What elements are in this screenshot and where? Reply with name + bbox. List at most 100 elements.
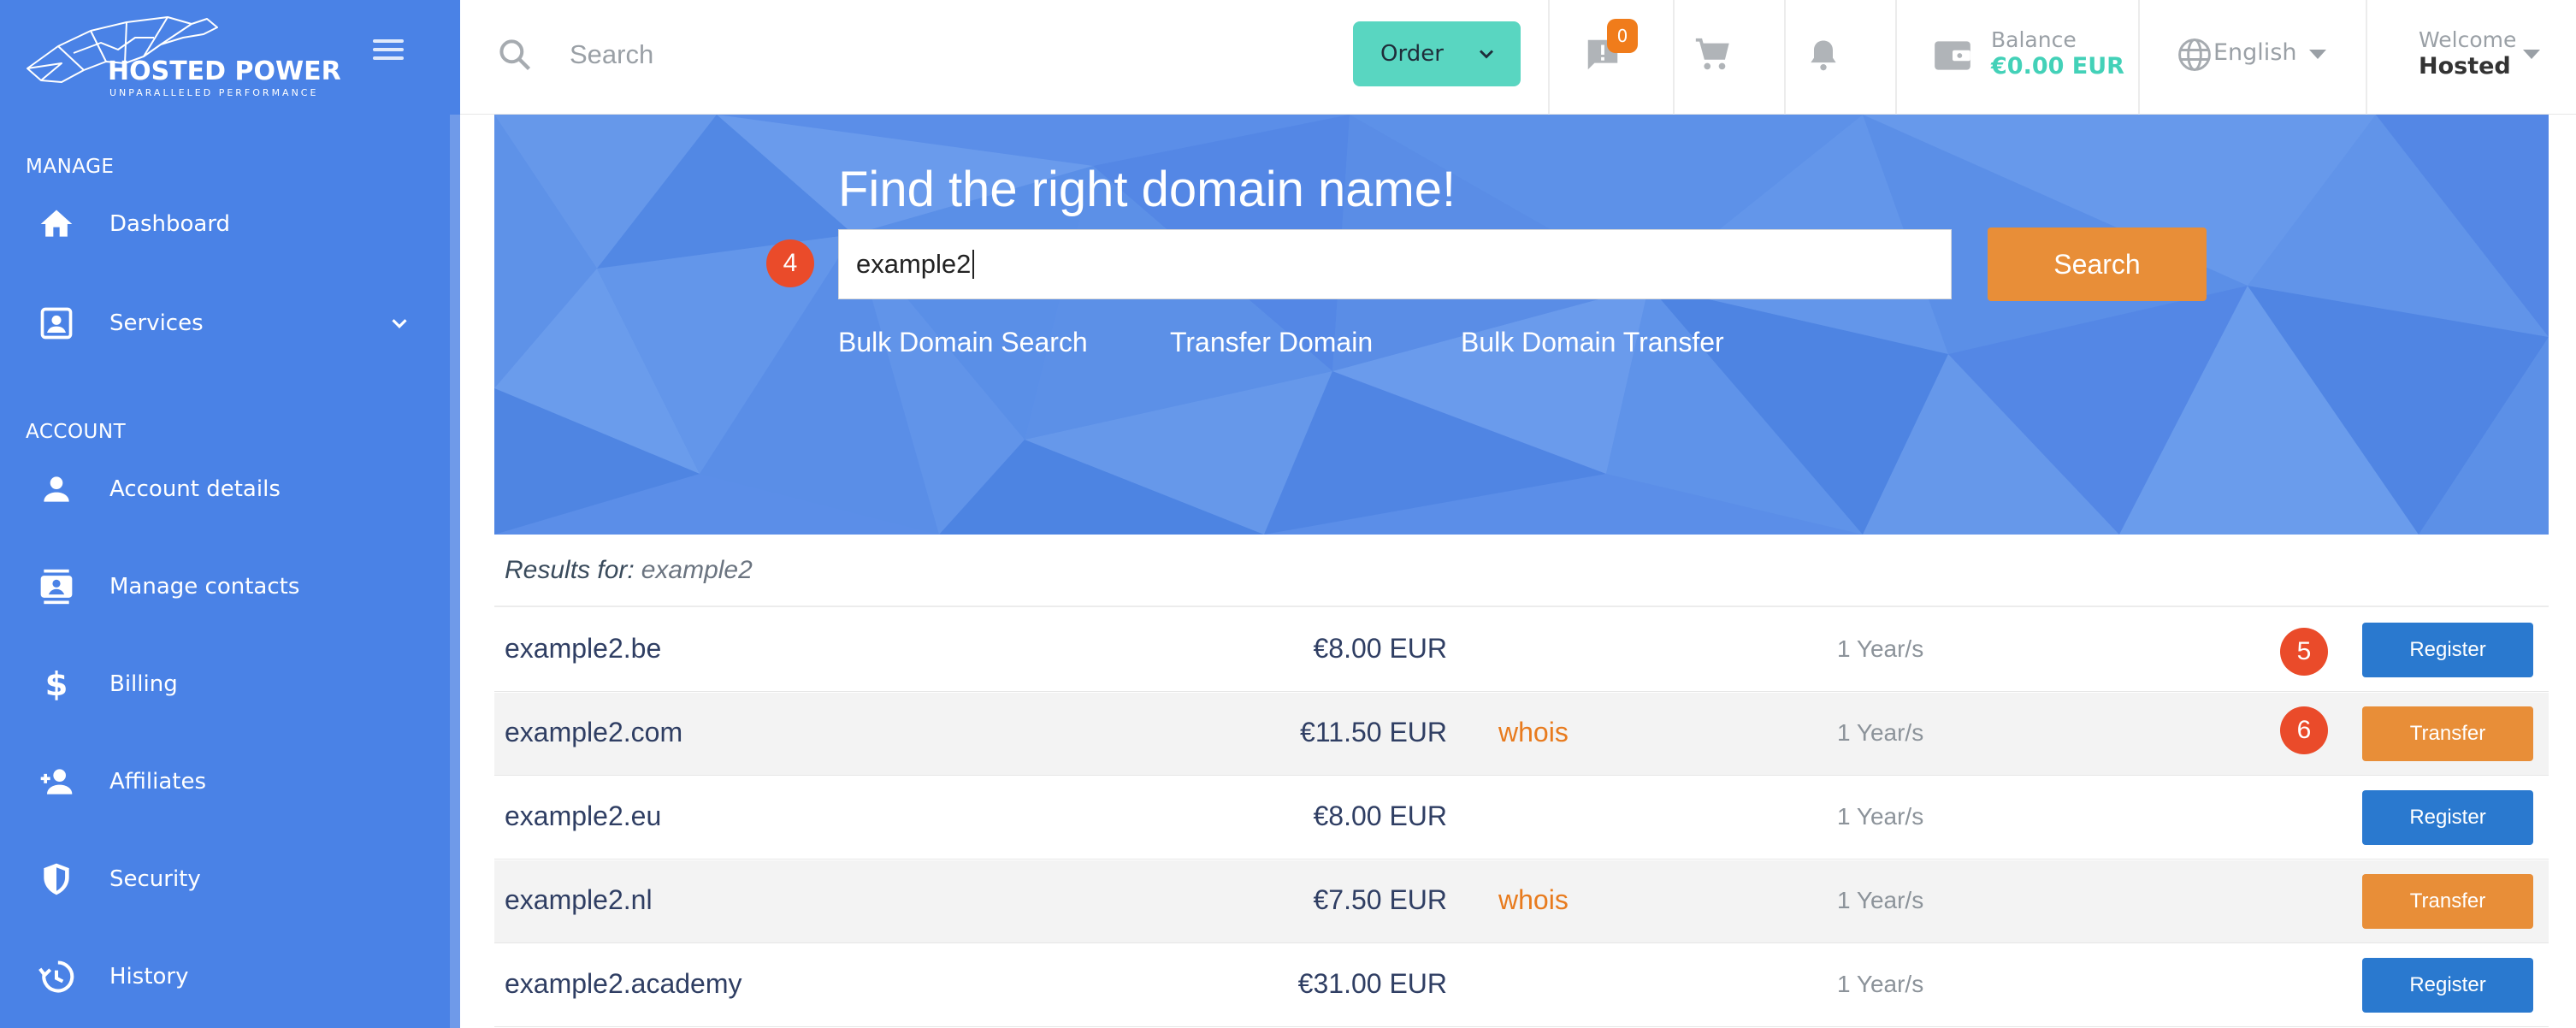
whois-link[interactable]: whois (1498, 884, 1569, 916)
result-period: 1 Year/s (1837, 719, 1924, 746)
result-domain: example2.academy (505, 968, 742, 999)
user-menu[interactable]: Hosted (2419, 53, 2511, 80)
results-header: Results for: example2 (494, 535, 2549, 607)
result-domain: example2.nl (505, 884, 653, 915)
svg-text:$: $ (45, 665, 68, 703)
sidebar-scrollbar[interactable] (450, 115, 460, 1028)
results-query: example2 (641, 556, 753, 584)
result-price: €8.00 EUR (1313, 801, 1447, 831)
sidebar-item-manage-contacts[interactable]: Manage contacts (0, 544, 450, 629)
divider (1673, 0, 1675, 115)
shield-icon (34, 857, 79, 901)
divider (2138, 0, 2140, 115)
sidebar-item-label: History (109, 964, 189, 990)
transfer-button[interactable]: Transfer (2362, 706, 2533, 761)
balance-label: Balance (1991, 27, 2077, 52)
polygon-background (494, 115, 2549, 535)
result-price: €8.00 EUR (1313, 633, 1447, 664)
result-row: example2.eu €8.00 EUR 1 Year/s Register (494, 777, 2549, 860)
services-icon (34, 301, 79, 346)
brand-logo[interactable]: HOSTED POWER UNPARALLELED PERFORMANCE (24, 12, 341, 101)
result-period: 1 Year/s (1837, 803, 1924, 830)
add-person-icon (34, 759, 79, 804)
search-icon[interactable] (496, 36, 534, 74)
sidebar-item-label: Affiliates (109, 769, 207, 795)
step-marker: 4 (766, 239, 814, 287)
sidebar-item-label: Billing (109, 671, 178, 697)
brand-name: HOSTED POWER (108, 56, 341, 86)
sidebar-item-label: Services (109, 310, 204, 336)
result-price: €31.00 EUR (1297, 968, 1447, 999)
wallet-icon (1935, 41, 1970, 70)
history-icon (34, 954, 79, 999)
chevron-down-icon (1479, 50, 1494, 59)
sidebar-item-label: Dashboard (109, 211, 231, 237)
order-button[interactable]: Order (1353, 21, 1521, 86)
result-price: €11.50 EUR (1300, 717, 1447, 747)
sidebar-item-billing[interactable]: $ Billing (0, 641, 450, 727)
notification-count-badge: 0 (1607, 19, 1638, 53)
results-label: Results for: (505, 556, 635, 584)
contacts-icon (34, 564, 79, 609)
language-selector[interactable]: English (2213, 39, 2297, 66)
balance-value: €0.00 EUR (1991, 53, 2124, 80)
divider (1548, 0, 1550, 115)
sidebar-item-label: Manage contacts (109, 574, 300, 600)
dollar-icon: $ (34, 662, 79, 706)
result-row: example2.com whois €11.50 EUR 1 Year/s T… (494, 693, 2549, 776)
caret-down-icon[interactable] (2309, 50, 2326, 59)
bulk-domain-search-link[interactable]: Bulk Domain Search (838, 327, 1088, 358)
register-button[interactable]: Register (2362, 790, 2533, 845)
global-search-input[interactable] (570, 32, 1168, 77)
result-domain: example2.com (505, 717, 683, 747)
section-label-manage: MANAGE (26, 156, 115, 178)
result-row: example2.academy €31.00 EUR 1 Year/s Reg… (494, 944, 2549, 1027)
hero-title: Find the right domain name! (838, 162, 1456, 217)
brand-tagline: UNPARALLELED PERFORMANCE (109, 87, 319, 98)
result-row: example2.be €8.00 EUR 1 Year/s Register (494, 609, 2549, 692)
domain-search-input[interactable]: example2 (838, 229, 1952, 299)
sidebar-item-dashboard[interactable]: Dashboard (0, 181, 450, 267)
sidebar-item-account-details[interactable]: Account details (0, 446, 450, 532)
domain-search-value: example2 (856, 249, 972, 279)
section-label-account: ACCOUNT (26, 421, 127, 443)
bulk-domain-transfer-link[interactable]: Bulk Domain Transfer (1461, 327, 1724, 358)
result-row: example2.nl whois €7.50 EUR 1 Year/s Tra… (494, 860, 2549, 943)
result-price: €7.50 EUR (1313, 884, 1447, 915)
text-cursor (972, 250, 975, 279)
person-icon (34, 467, 79, 511)
whois-link[interactable]: whois (1498, 717, 1569, 748)
register-button[interactable]: Register (2362, 958, 2533, 1013)
sidebar-item-services[interactable]: Services (0, 281, 450, 366)
register-button[interactable]: Register (2362, 623, 2533, 677)
order-button-label: Order (1380, 41, 1444, 67)
globe-icon[interactable] (2176, 36, 2213, 74)
caret-down-icon[interactable] (2523, 50, 2540, 59)
result-period: 1 Year/s (1837, 971, 1924, 997)
sidebar-item-label: Security (109, 866, 201, 892)
home-icon (34, 202, 79, 246)
sidebar-item-affiliates[interactable]: Affiliates (0, 739, 450, 824)
sidebar: HOSTED POWER UNPARALLELED PERFORMANCE MA… (0, 0, 460, 1028)
cart-icon[interactable] (1690, 32, 1734, 77)
result-domain: example2.be (505, 633, 662, 664)
welcome-label: Welcome (2419, 27, 2517, 52)
transfer-button[interactable]: Transfer (2362, 874, 2533, 929)
domain-search-hero: Find the right domain name! 4 example2 S… (494, 115, 2549, 535)
result-domain: example2.eu (505, 801, 662, 831)
sidebar-item-label: Account details (109, 476, 281, 502)
result-period: 1 Year/s (1837, 635, 1924, 662)
transfer-domain-link[interactable]: Transfer Domain (1170, 327, 1373, 358)
sidebar-item-security[interactable]: Security (0, 836, 450, 922)
topbar: Order 0 Balance €0.00 EUR English Welcom… (460, 0, 2576, 115)
menu-toggle-icon[interactable] (373, 39, 404, 63)
sidebar-item-history[interactable]: History (0, 934, 450, 1019)
result-period: 1 Year/s (1837, 887, 1924, 913)
domain-search-button[interactable]: Search (1988, 227, 2207, 301)
step-marker: 6 (2280, 706, 2328, 754)
divider (1784, 0, 1786, 115)
step-marker: 5 (2280, 628, 2328, 676)
chevron-down-icon[interactable] (387, 310, 412, 336)
divider (1895, 0, 1897, 115)
bell-icon[interactable] (1801, 32, 1846, 77)
